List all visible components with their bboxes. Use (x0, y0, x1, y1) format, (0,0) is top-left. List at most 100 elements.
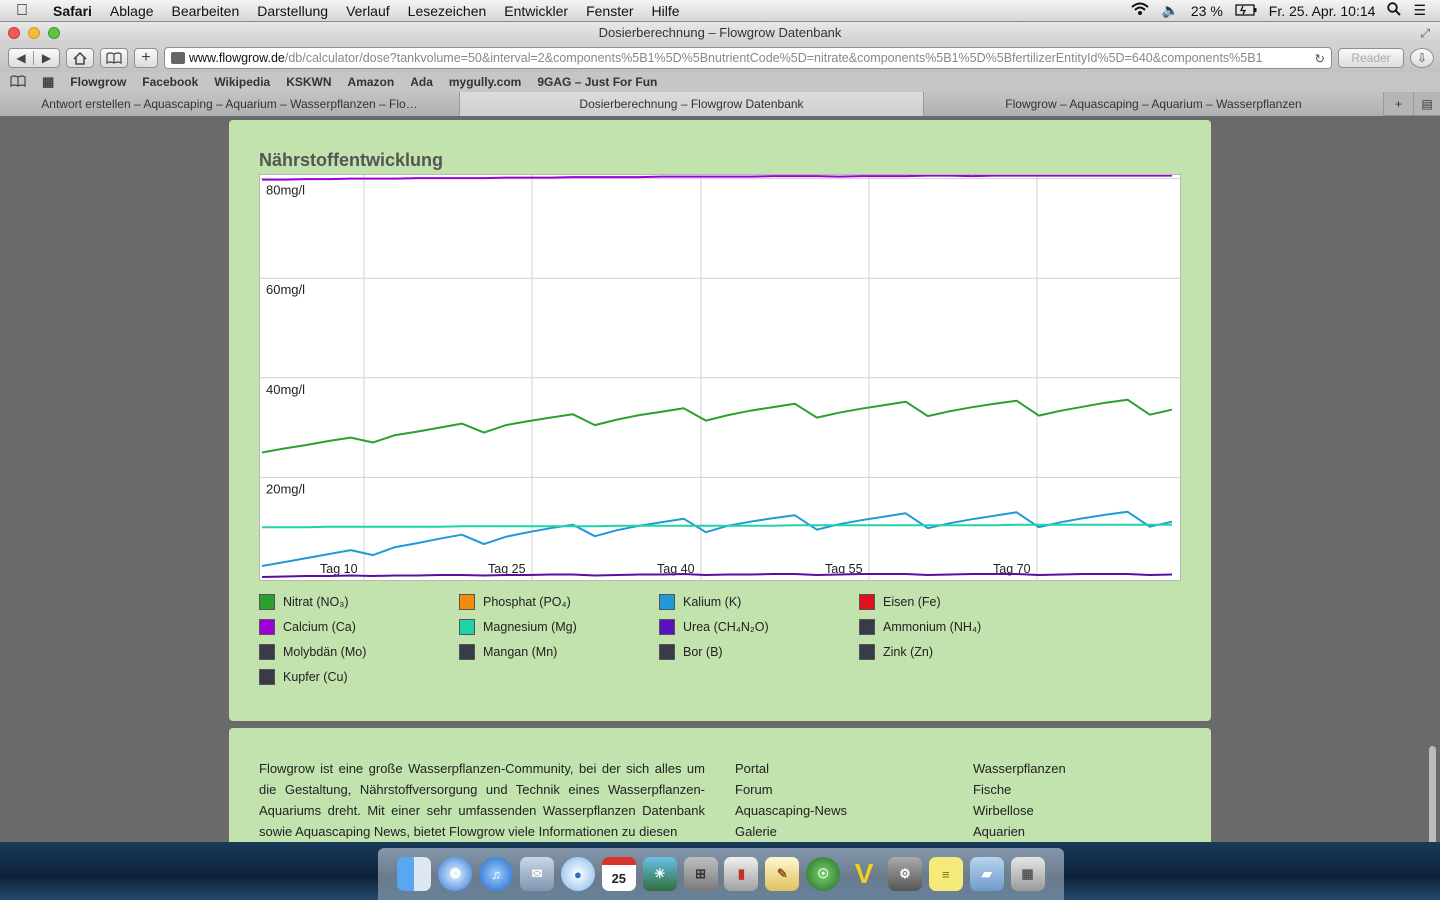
legend-swatch[interactable] (459, 594, 475, 610)
site-favicon-icon (171, 52, 185, 64)
forward-arrow-icon[interactable]: ▶ (34, 51, 59, 65)
footer-link-forum[interactable]: Forum (735, 779, 847, 800)
footer-link-fische[interactable]: Fische (973, 779, 1066, 800)
wifi-icon[interactable] (1131, 2, 1150, 19)
bookmarks-bar: ▦ Flowgrow Facebook Wikipedia KSKWN Amaz… (0, 72, 1440, 92)
legend-swatch[interactable] (859, 644, 875, 660)
menu-entwickler[interactable]: Entwickler (495, 3, 577, 19)
mail-icon[interactable]: ✉ (520, 857, 555, 891)
top-sites-grid-icon[interactable]: ▦ (42, 74, 54, 90)
legend-item[interactable]: Magnesium (Mg) (459, 617, 577, 637)
tab-dosierberechnung[interactable]: Dosierberechnung – Flowgrow Datenbank (460, 92, 924, 116)
legend-swatch[interactable] (259, 619, 275, 635)
pages-icon[interactable]: ✎ (765, 857, 800, 891)
legend-item[interactable]: Molybdän (Mo) (259, 642, 366, 662)
minimize-window-button[interactable] (28, 27, 40, 39)
new-tab-button[interactable]: + (134, 48, 158, 68)
legend-swatch[interactable] (459, 619, 475, 635)
calendar-icon[interactable]: 25 (601, 857, 636, 891)
add-tab-button[interactable]: + (1384, 92, 1414, 115)
footer-link-wirbellose[interactable]: Wirbellose (973, 800, 1066, 821)
menu-ablage[interactable]: Ablage (101, 3, 163, 19)
legend-item[interactable]: Phosphat (PO₄) (459, 592, 571, 612)
photo-icon[interactable]: ☀ (642, 857, 677, 891)
documents-folder-icon[interactable]: ▰ (969, 857, 1004, 891)
bookmark-wikipedia[interactable]: Wikipedia (214, 75, 270, 89)
footer-link-galerie[interactable]: Galerie (735, 821, 847, 842)
volume-icon[interactable]: 🔈 (1161, 2, 1178, 19)
legend-item[interactable]: Bor (B) (659, 642, 723, 662)
page-scrollbar[interactable] (1429, 746, 1436, 842)
downloads-button[interactable]: ⇩ (1410, 48, 1434, 68)
vim-icon[interactable]: V (847, 857, 881, 891)
legend-item[interactable]: Kupfer (Cu) (259, 667, 348, 687)
legend-swatch[interactable] (659, 594, 675, 610)
home-button[interactable] (66, 48, 94, 68)
system-preferences-icon[interactable]: ⚙ (887, 857, 922, 891)
legend-item[interactable]: Ammonium (NH₄) (859, 617, 981, 637)
legend-item[interactable]: Calcium (Ca) (259, 617, 356, 637)
bookmark-flowgrow[interactable]: Flowgrow (70, 75, 126, 89)
address-bar[interactable]: www.flowgrow.de/db/calculator/dose?tankv… (164, 47, 1332, 69)
bookmark-9gag[interactable]: 9GAG – Just For Fun (537, 75, 657, 89)
legend-swatch[interactable] (859, 594, 875, 610)
legend-swatch[interactable] (659, 644, 675, 660)
footer-link-wasserpflanzen[interactable]: Wasserpflanzen (973, 758, 1066, 779)
reload-icon[interactable]: ↻ (1310, 50, 1325, 66)
messages-icon[interactable]: ● (560, 857, 595, 891)
close-window-button[interactable] (8, 27, 20, 39)
spotlight-search-icon[interactable] (1387, 2, 1402, 19)
keynote-icon[interactable]: ▮ (724, 857, 759, 891)
apple-menu-icon[interactable]:  (0, 2, 44, 20)
menu-verlauf[interactable]: Verlauf (337, 3, 399, 19)
legend-item[interactable]: Mangan (Mn) (459, 642, 557, 662)
legend-swatch[interactable] (459, 644, 475, 660)
reader-button[interactable]: Reader (1338, 48, 1404, 68)
legend-item[interactable]: Nitrat (NO₃) (259, 592, 349, 612)
bookmark-amazon[interactable]: Amazon (348, 75, 395, 89)
legend-item[interactable]: Zink (Zn) (859, 642, 933, 662)
legend-swatch[interactable] (659, 619, 675, 635)
tab-overview-icon[interactable]: ▤ (1414, 92, 1440, 115)
bookmark-facebook[interactable]: Facebook (142, 75, 198, 89)
legend-swatch[interactable] (259, 594, 275, 610)
bookmark-ada[interactable]: Ada (410, 75, 433, 89)
battery-icon[interactable] (1235, 3, 1257, 19)
legend-swatch[interactable] (859, 619, 875, 635)
menu-darstellung[interactable]: Darstellung (248, 3, 337, 19)
footer-link-aquarien[interactable]: Aquarien (973, 821, 1066, 842)
legend-swatch[interactable] (259, 644, 275, 660)
stickies-icon[interactable]: ≡ (928, 857, 963, 891)
menu-hilfe[interactable]: Hilfe (643, 3, 689, 19)
safari-icon[interactable]: ❂ (438, 857, 473, 891)
footer-link-portal[interactable]: Portal (735, 758, 847, 779)
menu-fenster[interactable]: Fenster (577, 3, 642, 19)
fullscreen-icon[interactable]: ⤢ (1420, 22, 1430, 44)
back-arrow-icon[interactable]: ◀ (9, 51, 34, 65)
legend-swatch[interactable] (259, 669, 275, 685)
zoom-window-button[interactable] (48, 27, 60, 39)
clock[interactable]: Fr. 25. Apr. 10:14 (1269, 3, 1376, 19)
back-forward-buttons[interactable]: ◀ ▶ (8, 48, 60, 68)
bookmark-kskwn[interactable]: KSKWN (286, 75, 331, 89)
legend-item[interactable]: Urea (CH₄N₂O) (659, 617, 769, 637)
notification-center-icon[interactable]: ☰ (1413, 2, 1426, 19)
legend-item[interactable]: Eisen (Fe) (859, 592, 941, 612)
battery-text[interactable]: 23 % (1191, 3, 1223, 19)
trash-icon[interactable]: ▦ (1010, 857, 1045, 891)
tab-antwort-erstellen[interactable]: Antwort erstellen – Aquascaping – Aquari… (0, 92, 460, 116)
footer-link-aquascaping-news[interactable]: Aquascaping-News (735, 800, 847, 821)
finder-icon[interactable] (397, 857, 432, 891)
bookmarks-button[interactable] (100, 48, 128, 68)
menu-bearbeiten[interactable]: Bearbeiten (163, 3, 249, 19)
calculator-icon[interactable]: ⊞ (683, 857, 718, 891)
footer-about-text: Flowgrow ist eine große Wasserpflanzen-C… (259, 761, 705, 839)
itunes-icon[interactable]: ♫ (479, 857, 514, 891)
tab-flowgrow[interactable]: Flowgrow – Aquascaping – Aquarium – Wass… (924, 92, 1384, 116)
legend-item[interactable]: Kalium (K) (659, 592, 741, 612)
network-icon[interactable]: ☉ (806, 857, 841, 891)
reading-list-icon[interactable] (10, 74, 26, 90)
menu-app[interactable]: Safari (44, 3, 101, 19)
menu-lesezeichen[interactable]: Lesezeichen (399, 3, 496, 19)
bookmark-mygully[interactable]: mygully.com (449, 75, 521, 89)
